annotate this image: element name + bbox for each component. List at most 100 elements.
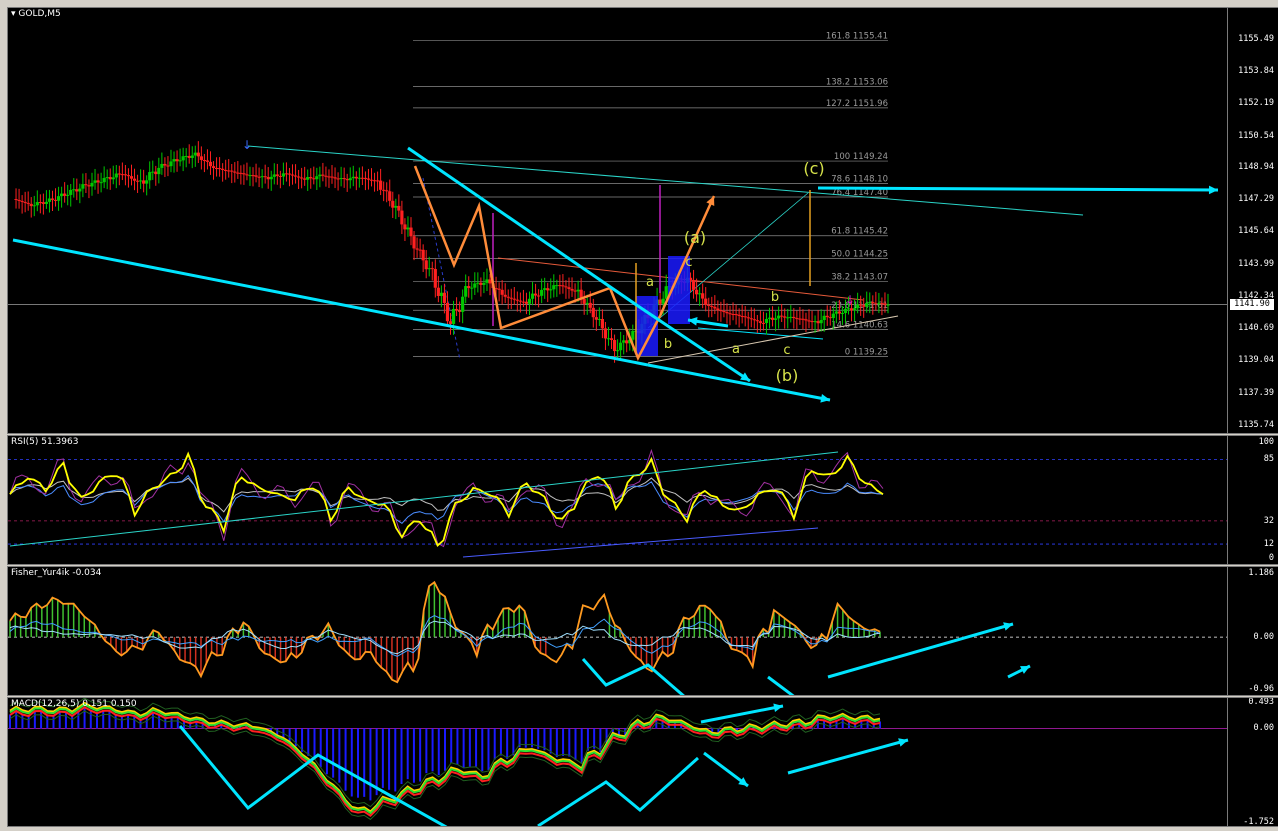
candle-body xyxy=(354,176,358,179)
candle-body xyxy=(184,155,188,157)
scale-tick: 1155.49 xyxy=(1238,33,1274,44)
candle-body xyxy=(761,322,766,324)
candle-body xyxy=(56,196,61,201)
candle-body xyxy=(728,313,732,315)
candle-body xyxy=(524,301,529,304)
candle-body xyxy=(293,175,298,177)
scale-tick: 1152.19 xyxy=(1238,98,1274,109)
candle-body xyxy=(877,303,881,305)
candle-body xyxy=(26,202,30,204)
candle-body xyxy=(454,308,459,311)
candle-body xyxy=(573,290,577,292)
candle-body xyxy=(795,318,799,320)
candle-body xyxy=(290,174,295,176)
price-scale[interactable]: 1155.49 1153.84 1152.19 1150.54 1148.94 1147.… xyxy=(1227,7,1278,434)
candle-body xyxy=(451,308,456,324)
candle-body xyxy=(783,316,787,318)
candle-body xyxy=(868,301,872,304)
rsi-trendline xyxy=(462,527,819,558)
macd-arrow-path xyxy=(537,756,700,826)
fib-label: 61.8 1145.42 xyxy=(831,227,888,237)
candle-body xyxy=(764,318,769,324)
candle-body xyxy=(214,167,219,169)
candle-body xyxy=(786,317,790,319)
candle-body xyxy=(254,175,258,177)
candle-body xyxy=(123,174,128,176)
candle-body xyxy=(767,317,772,319)
candle-body xyxy=(731,313,735,315)
candle-body xyxy=(461,296,465,312)
candle-body xyxy=(190,155,194,158)
candle-body xyxy=(749,318,753,320)
current-price-tag: 1141.90 xyxy=(1230,298,1274,310)
candle-body xyxy=(375,180,380,182)
macd-pane[interactable]: MACD(12,26,5) 0.151 0.150 xyxy=(7,697,1229,827)
candle-body xyxy=(245,174,249,176)
fisher-pane[interactable]: Fisher_Yur4ik -0.034 xyxy=(7,566,1229,696)
candle-body xyxy=(476,282,480,284)
rsi-scale: 100 85 32 12 0 xyxy=(1227,435,1278,565)
macd-arrow xyxy=(787,738,909,775)
candle-body xyxy=(609,338,614,340)
candle-body xyxy=(47,198,52,202)
candle-body xyxy=(23,201,27,203)
candle-body xyxy=(622,340,626,343)
candle-body xyxy=(698,293,702,295)
rsi-pane[interactable]: RSI(5) 51.3963 xyxy=(7,435,1229,565)
fisher-arrow xyxy=(767,675,795,695)
candle-body xyxy=(442,292,447,303)
terminal-window: 161.8 1155.41 138.2 1153.06 127.2 1151.96 1… xyxy=(0,0,1278,831)
candle-body xyxy=(336,178,340,180)
candle-body xyxy=(342,178,346,180)
candle-body xyxy=(312,178,316,180)
scale-tick: 0 xyxy=(1268,553,1274,563)
rsi-svg xyxy=(8,448,1228,558)
chart-symbol-label: ▾ GOLD,M5 xyxy=(11,9,61,19)
candle-body xyxy=(239,172,243,174)
scale-tick: 0.00 xyxy=(1253,632,1274,643)
candle-body xyxy=(69,189,73,195)
candle-body xyxy=(840,313,845,315)
candle-body xyxy=(773,318,778,320)
candle-body xyxy=(458,310,462,312)
candle-body xyxy=(497,288,501,290)
candle-body xyxy=(570,288,574,291)
candle-body xyxy=(66,194,70,196)
candle-body xyxy=(725,312,729,314)
candle-body xyxy=(20,200,24,202)
candle-body xyxy=(849,308,854,311)
candle-body xyxy=(172,159,176,162)
candle-body xyxy=(746,317,750,319)
fib-label: 161.8 1155.41 xyxy=(826,31,888,41)
candle-body xyxy=(597,318,601,320)
candle-body xyxy=(345,179,349,181)
price-chart-svg: 161.8 1155.41 138.2 1153.06 127.2 1151.96 1… xyxy=(8,31,1228,403)
candle-body xyxy=(129,176,134,179)
scale-tick: 1140.69 xyxy=(1238,323,1274,334)
candle-body xyxy=(163,163,167,166)
candle-body xyxy=(846,308,851,310)
candle-body xyxy=(445,302,450,322)
scale-tick: -0.96 xyxy=(1248,684,1274,694)
candle-body xyxy=(50,198,55,200)
macd-scale: 0.493 0.00 -1.752 xyxy=(1227,697,1278,827)
candle-body xyxy=(828,317,832,319)
candle-body xyxy=(321,174,325,176)
candle-body xyxy=(564,286,568,288)
candle-body xyxy=(415,248,419,250)
fisher-arrow xyxy=(827,622,1014,679)
candle-body xyxy=(780,315,784,317)
fisher-scale: 1.186 0.00 -0.96 xyxy=(1227,566,1278,696)
candle-body xyxy=(278,175,282,177)
candle-body xyxy=(287,173,292,175)
candle-body xyxy=(567,287,571,289)
candle-body xyxy=(518,300,522,302)
price-chart-pane[interactable]: 161.8 1155.41 138.2 1153.06 127.2 1151.96 1… xyxy=(7,7,1229,434)
wave-label: (c) xyxy=(803,159,824,178)
candle-body xyxy=(804,319,808,321)
candle-body xyxy=(327,176,331,178)
scale-tick: 100 xyxy=(1258,437,1274,447)
candle-body xyxy=(63,193,67,196)
candle-body xyxy=(403,224,407,230)
candle-body xyxy=(691,280,696,290)
